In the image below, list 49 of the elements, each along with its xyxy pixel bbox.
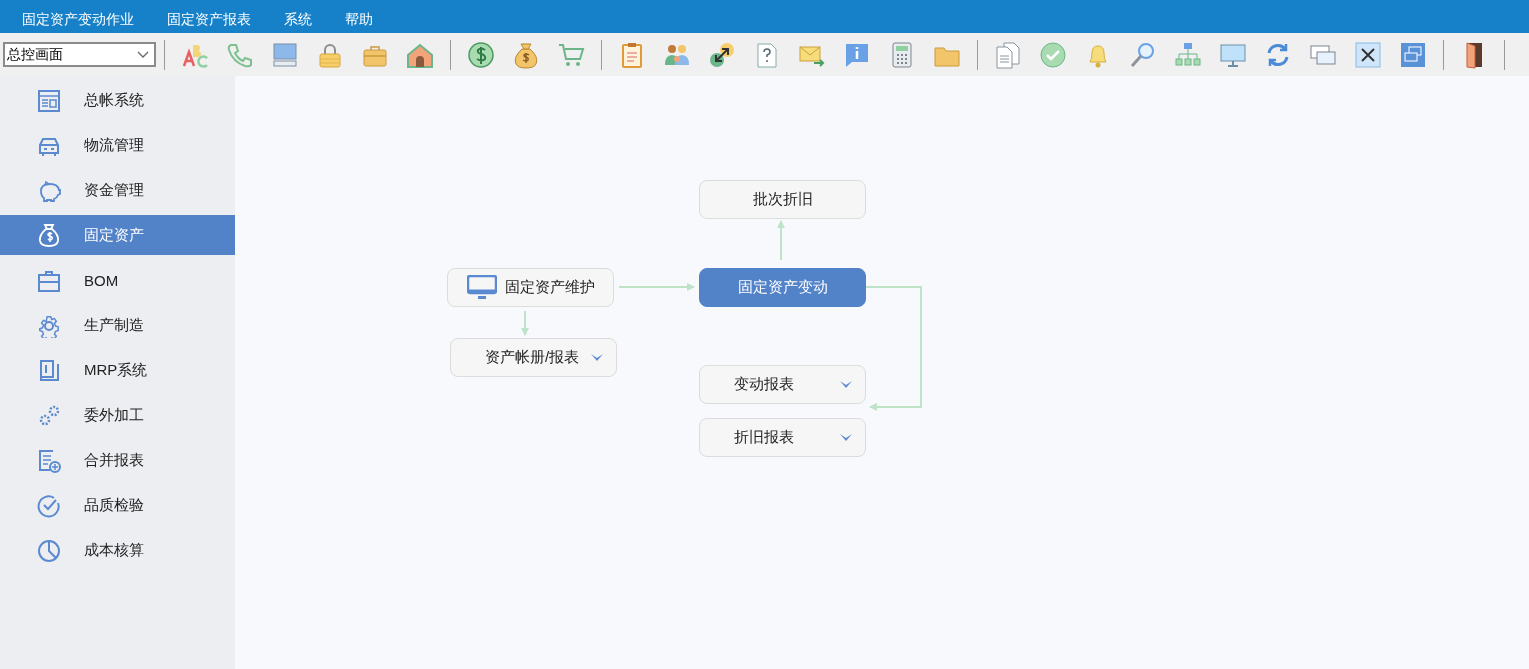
book-icon: [37, 358, 61, 383]
documents-icon: [993, 40, 1022, 69]
connector-arrow: [777, 220, 785, 261]
sidebar-item[interactable]: MRP系统: [0, 348, 235, 393]
search-icon: [1128, 40, 1157, 69]
sidebar-item[interactable]: 生产制造: [0, 303, 235, 348]
sidebar-item[interactable]: BOM: [0, 258, 235, 303]
gear-icon: [37, 313, 61, 338]
report-add-icon: [37, 448, 61, 473]
diagonal-arrow-icon: [707, 40, 736, 69]
menu-item[interactable]: 固定资产变动作业: [22, 4, 134, 29]
checkmark-circle-icon: [1038, 40, 1067, 69]
sidebar-item[interactable]: 品质检验: [0, 483, 235, 528]
briefcase-icon: [37, 268, 61, 293]
sidebar-item[interactable]: 固定资产: [0, 215, 235, 255]
piggy-bank-icon: [37, 178, 61, 203]
restore-window-icon: [1398, 40, 1427, 69]
sidebar-item[interactable]: 成本核算: [0, 528, 235, 573]
chevron-down-icon: [137, 50, 149, 59]
computer-icon: [270, 40, 299, 69]
check-circle-icon: [37, 493, 61, 518]
window-layout-icon: [37, 88, 61, 113]
sidebar-item[interactable]: 合并报表: [0, 438, 235, 483]
connector-arrow: [521, 310, 529, 336]
screen-select[interactable]: 总控画面: [3, 42, 156, 67]
toolbar-button[interactable]: [1353, 40, 1382, 69]
sidebar-item[interactable]: 资金管理: [0, 168, 235, 213]
dollar-coin-icon: [466, 40, 495, 69]
close-icon: [1353, 40, 1382, 69]
chevron-down-icon: [839, 380, 853, 389]
chevron-down-icon: [590, 353, 604, 362]
monitor-icon: [466, 274, 497, 301]
flow-node-button[interactable]: 批次折旧: [699, 180, 866, 219]
sidebar-item[interactable]: 物流管理: [0, 123, 235, 168]
pie-chart-icon: [37, 538, 61, 563]
sidebar-item[interactable]: 委外加工: [0, 393, 235, 438]
menu-item[interactable]: 帮助: [345, 4, 373, 29]
toolbar-button[interactable]: [707, 40, 736, 69]
hierarchy-icon: [1173, 40, 1202, 69]
flow-node-button[interactable]: 变动报表: [699, 365, 866, 404]
flow-node-button[interactable]: 固定资产维护: [447, 268, 614, 307]
sidebar-item[interactable]: 总帐系统: [0, 78, 235, 123]
flow-node-button[interactable]: 折旧报表: [699, 418, 866, 457]
flow-node-button[interactable]: 固定资产变动: [699, 268, 866, 307]
chevron-down-icon: [839, 433, 853, 442]
menu-item[interactable]: 系统: [284, 4, 312, 29]
money-bag-icon: [37, 223, 61, 247]
menu-item[interactable]: 固定资产报表: [167, 4, 251, 29]
flow-node-button[interactable]: 资产帐册/报表: [450, 338, 617, 377]
